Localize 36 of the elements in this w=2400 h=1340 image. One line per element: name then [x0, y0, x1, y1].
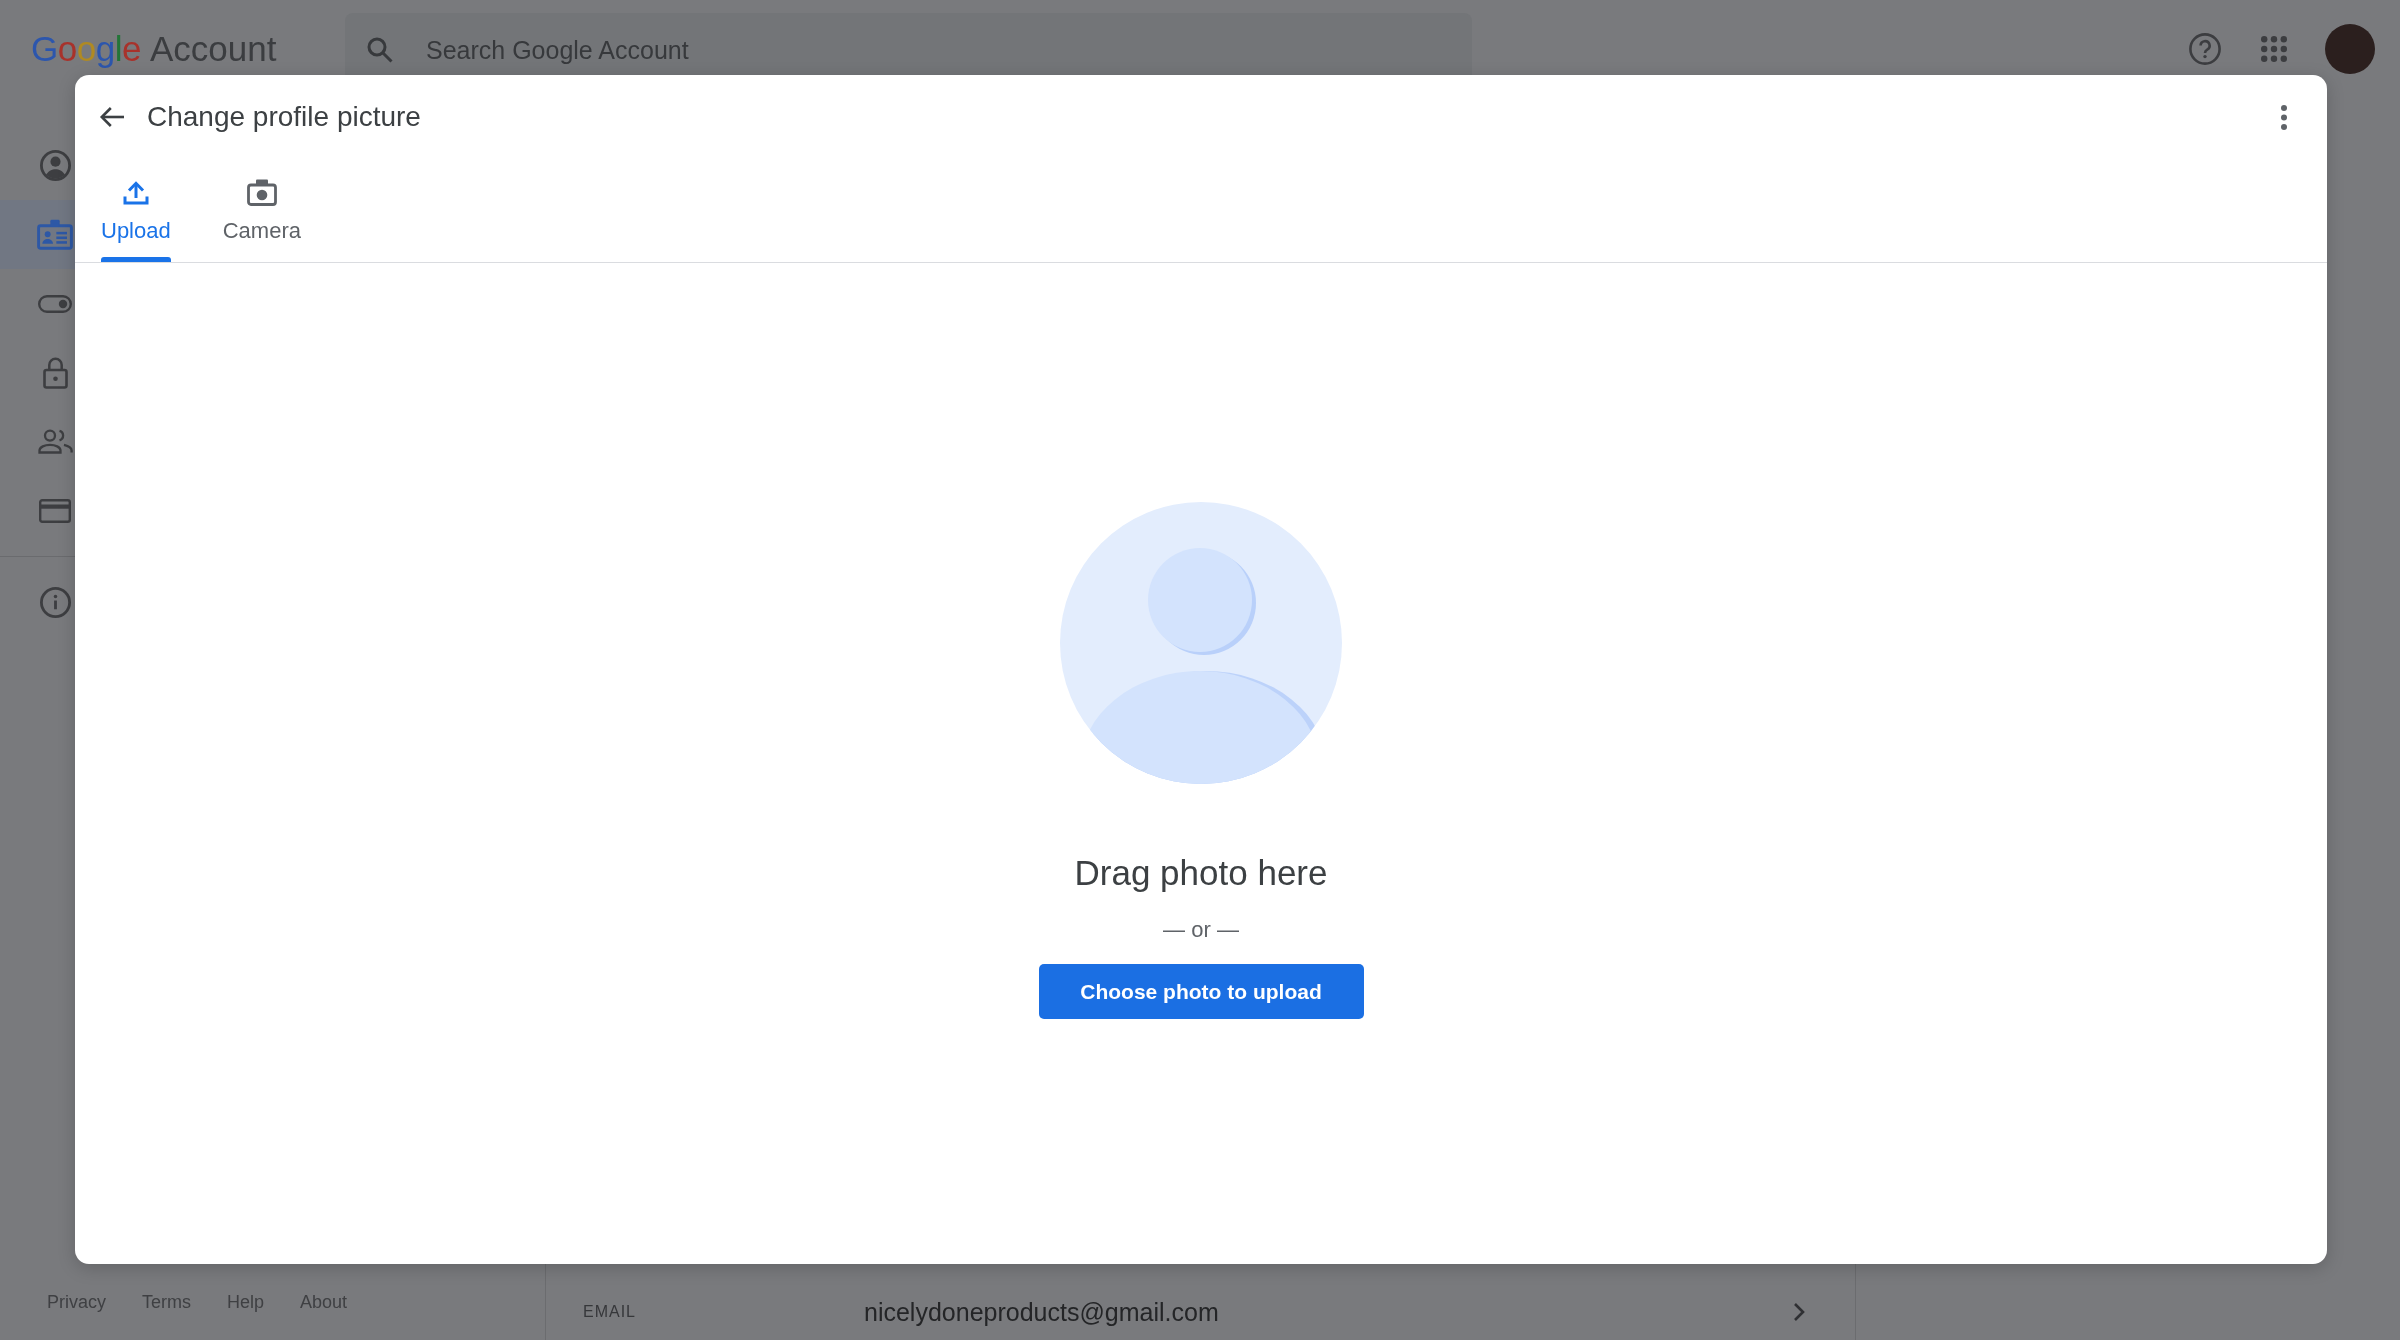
chevron-right-icon: [1793, 1302, 1805, 1322]
upload-icon: [122, 180, 149, 205]
tab[interactable]: Upload: [75, 159, 197, 262]
footer-link[interactable]: Terms: [142, 1290, 191, 1314]
tab[interactable]: Camera: [196, 159, 327, 262]
drop-heading: Drag photo here: [1074, 852, 1328, 894]
back-button[interactable]: [99, 106, 125, 128]
footer-link[interactable]: About: [300, 1290, 348, 1314]
people-icon: [37, 429, 73, 454]
apps-grid-icon: [2261, 36, 2287, 62]
choose-photo-button[interactable]: Choose photo to upload: [1038, 964, 1364, 1019]
lock-icon: [42, 356, 68, 389]
help-button[interactable]: [2189, 33, 2221, 65]
footer-link[interactable]: Help: [227, 1290, 265, 1314]
separator-text: — or —: [1163, 916, 1239, 944]
help-icon: [2189, 33, 2221, 65]
more-options-button[interactable]: [2281, 104, 2287, 130]
id-card-icon: [37, 219, 73, 250]
row-label: EMAIL: [583, 1303, 637, 1321]
credit-card-icon: [39, 498, 71, 523]
toggle-icon: [38, 294, 72, 313]
footer-link[interactable]: Privacy: [47, 1290, 106, 1314]
account-avatar[interactable]: [2325, 24, 2375, 74]
search-icon: [367, 37, 393, 63]
logo-wordmark: Google: [31, 29, 141, 69]
more-vertical-icon: [2281, 104, 2287, 130]
account-circle-icon: [39, 150, 71, 181]
product-title: Account: [149, 29, 277, 69]
info-icon: [39, 587, 71, 618]
email-row[interactable]: EMAIL nicelydoneproducts@gmail.com: [546, 1284, 1855, 1340]
nav-item[interactable]: [0, 200, 75, 269]
apps-button[interactable]: [2261, 36, 2287, 62]
back-arrow-icon: [99, 106, 125, 128]
dialog-title: Change profile picture: [147, 101, 421, 133]
camera-icon: [246, 179, 277, 206]
row-value: nicelydoneproducts@gmail.com: [864, 1297, 1220, 1327]
